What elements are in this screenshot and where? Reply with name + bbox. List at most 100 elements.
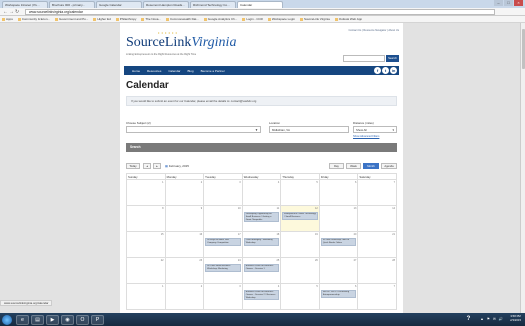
twitter-icon[interactable]: t: [382, 67, 389, 74]
prev-month-button[interactable]: ◂: [143, 163, 151, 169]
calendar-event[interactable]: Business Plans for Business Owners - Ses…: [243, 290, 280, 301]
minimize-icon[interactable]: –: [494, 0, 503, 6]
page-scrollbar[interactable]: [520, 23, 525, 313]
calendar-day-cell[interactable]: 23: [164, 257, 205, 284]
site-logo[interactable]: SourceLinkVirginia: [126, 35, 236, 51]
calendar-event[interactable]: 30 Ways to Make Your Company Competitive: [205, 238, 241, 246]
bookmark-item[interactable]: Workspace Login: [268, 17, 295, 21]
media-player-icon[interactable]: ▶: [46, 314, 59, 325]
next-month-button[interactable]: ▸: [153, 163, 161, 169]
calendar-day-cell[interactable]: 3: [203, 179, 243, 206]
calendar-day-cell[interactable]: 22: [126, 257, 166, 284]
url-field[interactable]: www.sourcelinkvirginia.org/calendar: [25, 8, 495, 15]
browser-tab[interactable]: Rosemont Hampton Roads...: [143, 1, 189, 8]
calendar-event[interactable]: SBTDC 2015 - Discovering Entrepreneurshi…: [320, 290, 357, 298]
calendar-day-cell[interactable]: 7: [357, 179, 397, 206]
calendar-month-label[interactable]: February, 2015: [165, 163, 189, 169]
calendar-day-cell[interactable]: 4: [241, 179, 282, 206]
calendar-day-cell[interactable]: 4 Business Plans for Business Owners - Se…: [241, 283, 282, 310]
start-button[interactable]: [2, 314, 12, 325]
calendar-day-cell[interactable]: 8: [126, 205, 166, 232]
browser-tab[interactable]: Brochure 000 - primary...: [49, 1, 95, 8]
calendar-day-cell[interactable]: 6: [318, 179, 359, 206]
facebook-icon[interactable]: f: [374, 67, 381, 74]
calendar-day-cell[interactable]: 7: [357, 283, 397, 310]
reload-icon[interactable]: ↻: [15, 9, 21, 15]
calendar-day-cell[interactable]: 24 SCORE Small Business Workshop: Marketi…: [203, 257, 243, 284]
clock[interactable]: 3:58 PM 2/3/2015: [510, 314, 521, 322]
bookmark-item[interactable]: Outlook Web App: [335, 17, 362, 21]
calendar-day-cell[interactable]: 18 Cash Managing - Marketing Workshop: [241, 231, 282, 258]
calendar-day-cell[interactable]: 6 SBTDC 2015 - Discovering Entrepreneursh…: [318, 283, 359, 310]
today-button[interactable]: Today: [126, 163, 140, 169]
nav-item-resources[interactable]: Resources: [147, 69, 161, 73]
calendar-day-cell[interactable]: 16: [164, 231, 205, 258]
bookmark-item[interactable]: Higher Ed: [93, 17, 110, 21]
bookmark-item[interactable]: Commonwealth Dat...: [166, 17, 199, 21]
bookmark-item[interactable]: Apps: [2, 17, 13, 21]
close-icon[interactable]: ×: [514, 0, 523, 6]
calendar-day-cell[interactable]: 14: [357, 205, 397, 232]
location-input[interactable]: Midlothian, VA: [269, 126, 349, 133]
calendar-day-cell[interactable]: 27: [318, 257, 359, 284]
bookmark-item[interactable]: Login - CCR: [242, 17, 263, 21]
browser-tab-active[interactable]: Calendar: [237, 1, 283, 8]
calendar-event[interactable]: SCORE Small Business Workshop: Marketing: [205, 264, 241, 272]
view-day-button[interactable]: Day: [329, 163, 344, 169]
nav-item-home[interactable]: Home: [132, 69, 140, 73]
calendar-day-cell[interactable]: 28: [357, 257, 397, 284]
powerpoint-icon[interactable]: P: [91, 314, 104, 325]
calendar-day-cell[interactable]: 1: [126, 179, 166, 206]
bookmark-item[interactable]: Community & Econ...: [18, 17, 50, 21]
calendar-day-cell[interactable]: 17 30 Ways to Make Your Company Competiti…: [203, 231, 243, 258]
subject-filter-select[interactable]: ▼: [126, 126, 261, 133]
search-section-bar[interactable]: Search: [126, 143, 397, 152]
nav-item-calendar[interactable]: Calendar: [168, 69, 180, 73]
browser-tab[interactable]: Google Calendar: [96, 1, 142, 8]
site-search-button[interactable]: Search: [386, 55, 399, 62]
distance-select[interactable]: Show All ▾: [353, 126, 397, 133]
browser-tab[interactable]: Workspace Intranet | Pu...: [2, 1, 48, 8]
calendar-day-cell[interactable]: 3: [203, 283, 243, 310]
bookmark-item[interactable]: SourceLink Virginia: [300, 17, 330, 21]
calendar-day-cell[interactable]: 5: [280, 179, 320, 206]
calendar-event[interactable]: Business Plans for Business Owners - Ses…: [243, 264, 280, 272]
calendar-day-cell[interactable]: 20 SCORE Workshop: Intro to Quick Books O…: [318, 231, 359, 258]
ie-icon[interactable]: e: [16, 314, 29, 325]
calendar-day-cell[interactable]: 2: [164, 179, 205, 206]
view-month-button[interactable]: Month: [363, 163, 379, 169]
maximize-icon[interactable]: □: [504, 0, 513, 6]
advanced-filters-link[interactable]: Show Advanced Filters: [353, 135, 379, 138]
calendar-event[interactable]: Developing Opportunity for Small Busines…: [243, 212, 280, 223]
calendar-day-cell[interactable]: 13: [318, 205, 359, 232]
calendar-event[interactable]: Entrepreneur Center Technology / Small B…: [282, 212, 318, 220]
utility-links[interactable]: Contact Us | Resource Navigator | About …: [348, 29, 399, 32]
calendar-day-cell[interactable]: 11 Developing Opportunity for Small Busin…: [241, 205, 282, 232]
calendar-event[interactable]: Cash Managing - Marketing Workshop: [243, 238, 280, 246]
calendar-day-cell[interactable]: 1: [126, 283, 166, 310]
browser-tab[interactable]: Richmond Technology Co...: [190, 1, 236, 8]
bookmark-item[interactable]: Google Analytics Ch...: [204, 17, 238, 21]
folder-icon[interactable]: ▤: [31, 314, 44, 325]
calendar-day-cell[interactable]: 10: [203, 205, 243, 232]
help-icon[interactable]: ?: [467, 316, 471, 322]
bookmark-item[interactable]: Government and Po...: [55, 17, 88, 21]
tray-icons[interactable]: ▲ ⚑ ✉ 🔊: [480, 317, 504, 321]
linkedin-icon[interactable]: in: [390, 67, 397, 74]
calendar-day-cell[interactable]: 5: [280, 283, 320, 310]
calendar-event[interactable]: SCORE Workshop: Intro to Quick Books Onl…: [320, 238, 357, 246]
bookmark-item[interactable]: The Nova...: [141, 17, 161, 21]
view-week-button[interactable]: Week: [346, 163, 361, 169]
calendar-day-cell[interactable]: 21: [357, 231, 397, 258]
calendar-day-cell[interactable]: 15: [126, 231, 166, 258]
nav-item-blog[interactable]: Blog: [188, 69, 194, 73]
view-agenda-button[interactable]: Agenda: [381, 163, 397, 169]
calendar-day-cell[interactable]: 2: [164, 283, 205, 310]
calendar-day-cell[interactable]: 26: [280, 257, 320, 284]
bookmark-item[interactable]: Philanthropy: [116, 17, 137, 21]
chrome-icon[interactable]: ◉: [61, 314, 74, 325]
outlook-icon[interactable]: O: [76, 314, 89, 325]
calendar-day-cell[interactable]: 9: [164, 205, 205, 232]
calendar-day-cell[interactable]: 12 Entrepreneur Center Technology / Small…: [280, 205, 320, 232]
site-search-input[interactable]: [343, 55, 385, 62]
